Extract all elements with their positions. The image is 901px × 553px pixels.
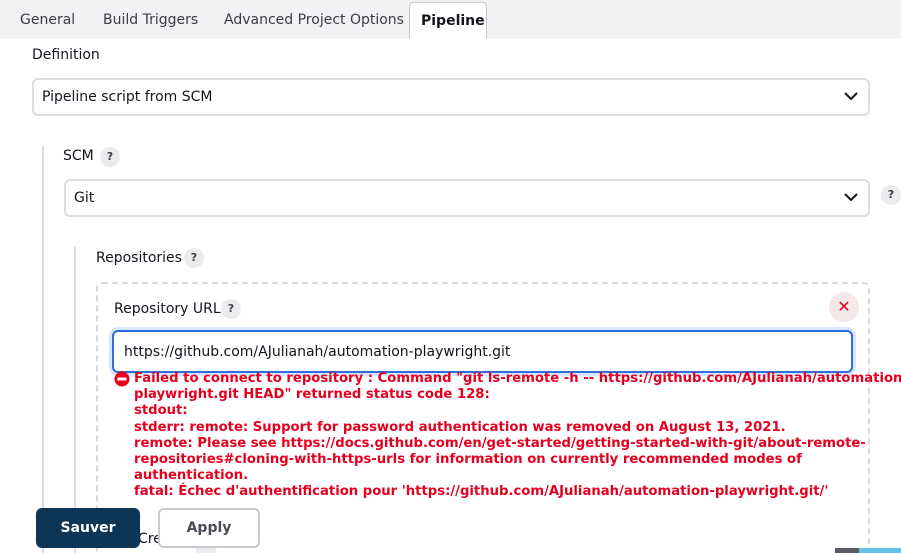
tab-build-triggers[interactable]: Build Triggers [93, 0, 208, 39]
tab-advanced-project-options[interactable]: Advanced Project Options [214, 0, 414, 39]
repository-url-help-icon[interactable]: ? [221, 299, 241, 319]
config-tabbar: General Build Triggers Advanced Project … [0, 0, 901, 39]
error-line: repositories#cloning-with-https-urls for… [134, 452, 802, 468]
tab-pipeline[interactable]: Pipeline [409, 2, 487, 39]
definition-label: Definition [32, 47, 100, 63]
error-line: Failed to connect to repository : Comman… [134, 371, 901, 386]
error-line: stdout: [134, 403, 188, 419]
definition-selected-value: Pipeline script from SCM [42, 89, 213, 105]
chevron-down-icon [844, 92, 858, 101]
error-line: authentication. [134, 468, 249, 484]
repositories-label: Repositories [96, 250, 182, 266]
scm-section-border [42, 145, 44, 553]
repository-url-input[interactable] [112, 330, 853, 373]
repositories-help-icon[interactable]: ? [184, 248, 204, 268]
repository-url-label: Repository URL [114, 301, 221, 317]
tab-general[interactable]: General [10, 0, 85, 39]
error-line: fatal: Échec d'authentification pour 'ht… [134, 484, 829, 500]
scm-label: SCM [63, 148, 94, 164]
corner-indicator-dark [835, 548, 859, 553]
repository-error-message: Failed to connect to repository : Comman… [134, 371, 901, 501]
error-line: playwright.git HEAD" returned status cod… [134, 387, 490, 403]
definition-select[interactable]: Pipeline script from SCM [32, 78, 870, 116]
apply-button[interactable]: Apply [158, 508, 260, 548]
chevron-down-icon [844, 193, 858, 202]
save-button[interactable]: Sauver [36, 508, 140, 548]
scm-select[interactable]: Git [64, 179, 870, 217]
scm-selected-value: Git [74, 190, 95, 206]
error-icon [114, 371, 130, 387]
error-line: stderr: remote: Support for password aut… [134, 419, 786, 435]
delete-repository-button[interactable]: ✕ [829, 292, 859, 322]
scm-outer-help-icon[interactable]: ? [881, 185, 901, 205]
scm-help-icon[interactable]: ? [100, 147, 120, 167]
error-line: remote: Please see https://docs.github.c… [134, 435, 866, 451]
